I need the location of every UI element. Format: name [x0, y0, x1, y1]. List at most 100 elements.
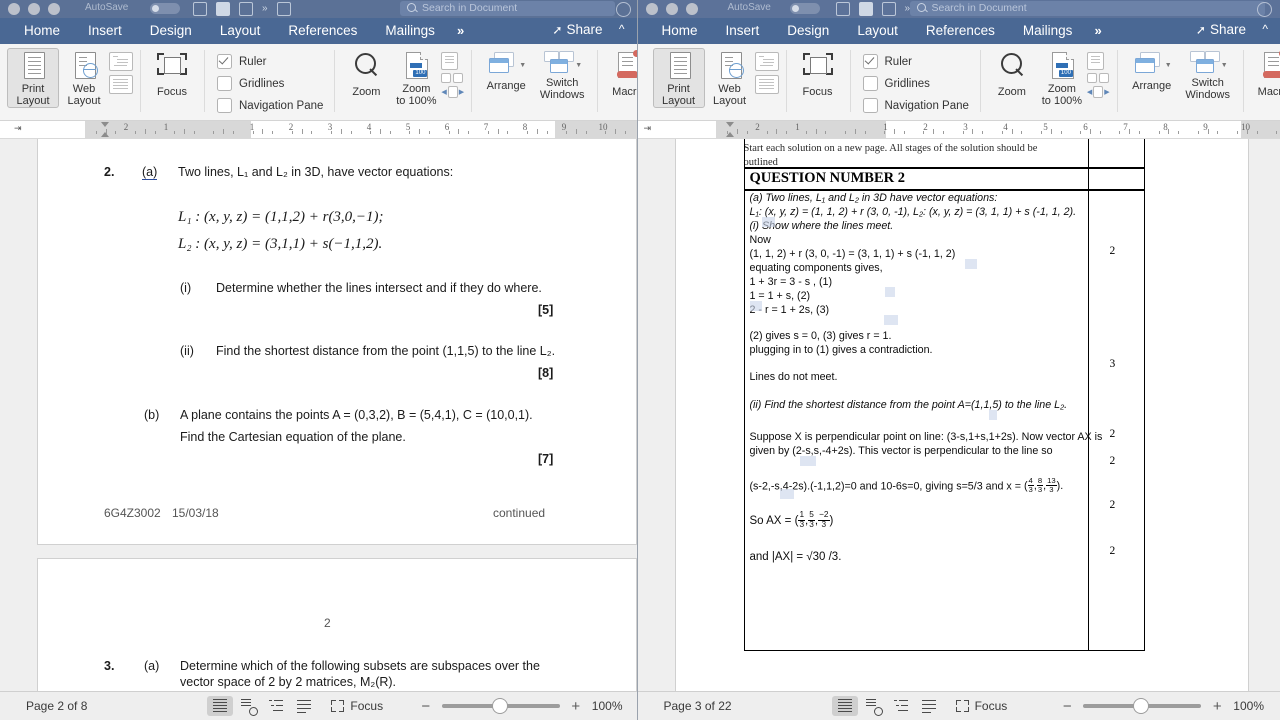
save-icon-right[interactable]: [858, 2, 873, 16]
navigation-pane-checkbox[interactable]: [217, 98, 232, 113]
autosave-toggle-right[interactable]: [789, 3, 820, 14]
search-box-right[interactable]: Search in Document: [909, 1, 1265, 16]
zoom-controls-right[interactable]: − + 100%: [1061, 698, 1264, 715]
quick-access-toolbar-left[interactable]: »: [193, 2, 291, 16]
draft-view-icon-right[interactable]: [754, 75, 779, 94]
zoom-out-button-left[interactable]: −: [420, 698, 432, 715]
web-layout-view-button-left[interactable]: [235, 696, 261, 716]
undo-icon[interactable]: [239, 2, 253, 16]
share-button-right[interactable]: ➚ Share: [1196, 22, 1246, 37]
window-controls-left[interactable]: [8, 3, 60, 15]
document-page-3[interactable]: 2 3. (a) Determine which of the followin…: [38, 559, 636, 691]
navigation-pane-checkbox-row-right[interactable]: Navigation Pane: [862, 98, 969, 113]
search-box-left[interactable]: Search in Document: [400, 1, 615, 16]
outline-view-icon-right[interactable]: [754, 52, 779, 71]
zoom-100-button-left[interactable]: 100 Zoom to 100%: [391, 48, 441, 107]
zoom-in-button-left[interactable]: +: [570, 698, 582, 715]
web-layout-button[interactable]: Web Layout: [59, 48, 109, 107]
focus-button-right[interactable]: Focus: [793, 48, 843, 98]
zoom-in-button-right[interactable]: +: [1211, 698, 1223, 715]
zoom-100-button-right[interactable]: 100 Zoom to 100%: [1037, 48, 1087, 107]
undo-icon-right[interactable]: [881, 2, 896, 16]
zoom-percent-right[interactable]: 100%: [1233, 699, 1264, 713]
tab-references[interactable]: References: [274, 18, 371, 44]
ruler-checkbox-right[interactable]: [862, 54, 878, 69]
ruler-checkbox[interactable]: [217, 54, 232, 69]
page-width-icon[interactable]: ◀ ▶: [441, 86, 464, 98]
tab-insert[interactable]: Insert: [74, 18, 136, 44]
maximize-button-right[interactable]: [685, 3, 698, 15]
draft-view-button-right[interactable]: [916, 696, 942, 716]
account-avatar-right[interactable]: [1257, 2, 1272, 17]
tab-overflow-chevron-icon[interactable]: »: [449, 18, 472, 44]
collapse-ribbon-chevron-icon[interactable]: ^: [619, 22, 625, 36]
web-layout-view-button-right[interactable]: [860, 696, 886, 716]
one-page-icon[interactable]: [441, 52, 459, 70]
arrange-button-right[interactable]: ▼ Arrange: [1124, 48, 1180, 92]
zoom-out-button-right[interactable]: −: [1061, 698, 1073, 715]
gridlines-checkbox-row-right[interactable]: Gridlines: [862, 76, 969, 91]
multiple-pages-icon[interactable]: [441, 73, 464, 83]
draft-view-button-left[interactable]: [291, 696, 317, 716]
tab-home-right[interactable]: Home: [648, 18, 712, 44]
autosave-toggle[interactable]: [150, 3, 180, 14]
account-avatar[interactable]: [615, 2, 631, 17]
tab-home[interactable]: Home: [10, 18, 74, 44]
focus-toggle-right[interactable]: Focus: [955, 699, 1007, 713]
print-layout-view-button-left[interactable]: [207, 696, 234, 716]
page-indicator-right[interactable]: Page 3 of 22: [664, 699, 732, 713]
focus-button-left[interactable]: Focus: [147, 48, 197, 98]
outline-view-button-right[interactable]: [888, 696, 914, 716]
markscheme-page[interactable]: Start each solution on a new page. All s…: [675, 139, 1248, 691]
view-buttons-left[interactable]: [207, 696, 317, 716]
tab-layout-right[interactable]: Layout: [843, 18, 912, 44]
save-icon[interactable]: [216, 2, 230, 16]
tab-insert-right[interactable]: Insert: [712, 18, 774, 44]
new-doc-icon[interactable]: [193, 2, 207, 16]
minimize-button-right[interactable]: [665, 3, 678, 15]
outline-view-icon[interactable]: [109, 52, 133, 71]
multiple-pages-icon-right[interactable]: [1086, 73, 1110, 83]
tab-design[interactable]: Design: [136, 18, 206, 44]
view-buttons-right[interactable]: [831, 696, 942, 716]
one-page-icon-right[interactable]: [1086, 52, 1104, 70]
ruler-checkbox-row-left[interactable]: Ruler: [217, 54, 323, 69]
gridlines-checkbox-right[interactable]: [862, 76, 878, 91]
tab-layout[interactable]: Layout: [206, 18, 275, 44]
minimize-button[interactable]: [28, 3, 40, 15]
maximize-button[interactable]: [48, 3, 60, 15]
arrange-button-left[interactable]: ▼ Arrange: [478, 48, 534, 92]
gridlines-checkbox[interactable]: [217, 76, 232, 91]
tab-overflow-chevron-icon-right[interactable]: »: [1086, 18, 1109, 44]
web-layout-button-right[interactable]: Web Layout: [705, 48, 755, 107]
close-button[interactable]: [8, 3, 20, 15]
tab-design-right[interactable]: Design: [773, 18, 843, 44]
document-page-2[interactable]: 2. (a) Two lines, L₁ and L₂ in 3D, have …: [38, 139, 636, 544]
print-layout-button[interactable]: Print Layout: [7, 48, 59, 108]
tab-mailings-right[interactable]: Mailings: [1009, 18, 1087, 44]
draft-view-icon[interactable]: [109, 75, 133, 94]
switch-windows-button-right[interactable]: ▼ Switch Windows: [1180, 48, 1236, 101]
print-layout-button-right[interactable]: Print Layout: [652, 48, 705, 108]
zoom-button-right[interactable]: Zoom: [987, 48, 1037, 98]
page-width-icon-right[interactable]: ◀ ▶: [1087, 86, 1110, 98]
navigation-pane-checkbox-right[interactable]: [862, 98, 878, 113]
window-controls-right[interactable]: [645, 3, 698, 15]
ruler-left[interactable]: ⇥ 2 1 1 2 3 4 5 6 7 8 9 10: [0, 121, 637, 139]
share-button-left[interactable]: ➚ Share: [552, 22, 602, 37]
page-indicator-left[interactable]: Page 2 of 8: [26, 699, 87, 713]
zoom-controls-left[interactable]: − + 100%: [420, 698, 622, 715]
qat-chevron-icon[interactable]: »: [262, 4, 268, 14]
macros-button-right[interactable]: ▼ Macros: [1250, 48, 1280, 98]
new-doc-icon-right[interactable]: [835, 2, 850, 16]
tab-references-right[interactable]: References: [912, 18, 1009, 44]
zoom-button-left[interactable]: Zoom: [341, 48, 391, 98]
navigation-pane-checkbox-row-left[interactable]: Navigation Pane: [217, 98, 323, 113]
zoom-slider-left[interactable]: [441, 699, 560, 713]
macros-button-left[interactable]: ▼ Macros: [604, 48, 637, 98]
document-canvas-left[interactable]: 2. (a) Two lines, L₁ and L₂ in 3D, have …: [0, 139, 637, 691]
ruler-checkbox-row-right[interactable]: Ruler: [862, 54, 969, 69]
switch-windows-button-left[interactable]: ▼ Switch Windows: [534, 48, 590, 101]
gridlines-checkbox-row-left[interactable]: Gridlines: [217, 76, 323, 91]
outline-view-button-left[interactable]: [263, 696, 289, 716]
